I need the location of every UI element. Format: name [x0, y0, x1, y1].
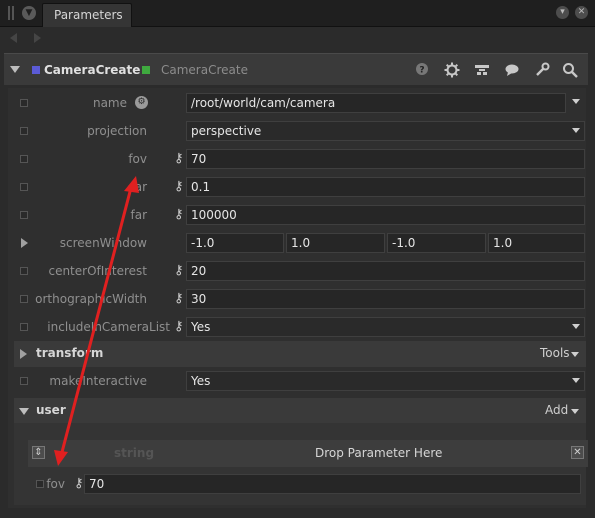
drop-zone-text: Drop Parameter Here	[315, 446, 443, 460]
help-icon[interactable]: ?	[414, 62, 430, 78]
param-row-name: name ⚙ /root/world/cam/camera	[0, 89, 590, 117]
param-checkbox[interactable]	[20, 127, 28, 135]
back-arrow-icon[interactable]	[10, 33, 17, 43]
tab-menu-icon[interactable]: ▼	[22, 6, 36, 20]
param-row-user-fov: fov ⚷ 70	[0, 470, 590, 498]
fov-field[interactable]: 70	[186, 149, 585, 169]
chevron-down-icon	[572, 128, 580, 133]
panel-tab-bar: ▼ Parameters ▾ ✕	[0, 0, 595, 28]
forward-arrow-icon[interactable]	[34, 33, 41, 43]
makeinteractive-value: Yes	[191, 374, 211, 388]
chevron-down-icon	[572, 378, 580, 383]
svg-text:?: ?	[419, 66, 424, 76]
gear-icon[interactable]	[444, 62, 460, 78]
param-checkbox[interactable]	[20, 323, 28, 331]
screenwindow-right-field[interactable]: 1.0	[286, 233, 385, 253]
param-label: fov	[128, 152, 147, 166]
history-toolbar	[0, 27, 595, 49]
chevron-down-icon	[571, 352, 579, 357]
screenwindow-bottom-field[interactable]: -1.0	[387, 233, 486, 253]
add-parameter-button[interactable]: Add	[545, 403, 568, 417]
name-field[interactable]: /root/world/cam/camera	[186, 93, 566, 113]
param-checkbox[interactable]	[20, 99, 28, 107]
key-icon[interactable]: ⚷	[174, 150, 184, 168]
magnifier-icon[interactable]	[562, 62, 578, 78]
group-title: user	[36, 403, 66, 417]
param-label: ear	[127, 180, 147, 194]
param-label: screenWindow	[59, 236, 147, 250]
node-header: CameraCreate CameraCreate ?	[4, 53, 588, 85]
key-icon[interactable]: ⚷	[74, 475, 84, 493]
tools-menu-button[interactable]: Tools	[540, 346, 570, 360]
settings-gear-icon[interactable]: ⚙	[135, 96, 148, 109]
param-checkbox[interactable]	[20, 295, 28, 303]
param-label: fov	[46, 477, 65, 491]
chevron-down-icon	[572, 324, 580, 329]
param-label: projection	[87, 124, 147, 138]
param-label: name	[92, 96, 127, 110]
close-panel-icon[interactable]: ✕	[575, 6, 588, 19]
param-label: centerOfInterest	[48, 264, 147, 278]
projection-select[interactable]: perspective	[186, 121, 585, 141]
layout-icon[interactable]	[474, 62, 490, 78]
param-label: orthographicWidth	[35, 292, 147, 306]
wrench-icon[interactable]	[534, 62, 550, 78]
drag-grip-icon[interactable]	[8, 6, 14, 20]
node-name[interactable]: CameraCreate	[44, 63, 140, 77]
key-icon[interactable]: ⚷	[174, 290, 184, 308]
param-row-near: ear ⚷ 0.1	[0, 173, 590, 201]
minimize-icon[interactable]: ▾	[556, 6, 569, 19]
param-checkbox[interactable]	[20, 183, 28, 191]
chevron-down-icon[interactable]	[572, 99, 580, 104]
param-checkbox[interactable]	[20, 377, 28, 385]
param-checkbox[interactable]	[36, 480, 44, 488]
drop-parameter-zone[interactable]: ⇕ string Drop Parameter Here ✕	[28, 440, 588, 467]
orthographicwidth-field[interactable]: 30	[186, 289, 585, 309]
param-row-projection: projection perspective	[0, 117, 590, 145]
screenwindow-top-field[interactable]: 1.0	[488, 233, 585, 253]
node-color-swatch	[32, 66, 40, 74]
user-fov-field[interactable]: 70	[84, 474, 581, 494]
speech-bubble-icon[interactable]	[504, 62, 520, 78]
node-type: CameraCreate	[161, 63, 248, 77]
node-status-swatch	[142, 66, 150, 74]
includeincameralist-value: Yes	[191, 320, 211, 334]
param-row-orthographicwidth: orthographicWidth ⚷ 30	[0, 285, 590, 313]
param-checkbox[interactable]	[20, 211, 28, 219]
expand-arrow-icon[interactable]	[21, 238, 28, 248]
key-icon[interactable]: ⚷	[174, 262, 184, 280]
tab-parameters[interactable]: Parameters	[42, 3, 132, 28]
param-checkbox[interactable]	[20, 155, 28, 163]
remove-icon[interactable]: ✕	[571, 446, 584, 459]
param-label: makeInteractive	[49, 374, 147, 388]
near-field[interactable]: 0.1	[186, 177, 585, 197]
param-row-screenwindow: screenWindow -1.0 1.0 -1.0 1.0	[0, 229, 590, 257]
key-icon[interactable]: ⚷	[174, 206, 184, 224]
param-checkbox[interactable]	[20, 267, 28, 275]
projection-value: perspective	[191, 124, 262, 138]
param-row-makeinteractive: makeInteractive Yes	[0, 367, 590, 395]
expand-arrow-icon[interactable]	[20, 349, 27, 359]
param-label: includeInCameraList	[47, 320, 170, 334]
group-header-transform[interactable]: transform Tools	[14, 341, 586, 367]
param-row-fov: fov ⚷ 70	[0, 145, 590, 173]
key-icon[interactable]: ⚷	[174, 178, 184, 196]
collapse-arrow-icon[interactable]	[19, 408, 29, 415]
chevron-down-icon	[571, 409, 579, 414]
param-row-far: far ⚷ 100000	[0, 201, 590, 229]
centerofinterest-field[interactable]: 20	[186, 261, 585, 281]
group-title: transform	[36, 346, 104, 360]
param-row-includeincameralist: includeInCameraList ⚷ Yes	[0, 313, 590, 341]
screenwindow-left-field[interactable]: -1.0	[186, 233, 284, 253]
collapse-node-icon[interactable]	[10, 66, 20, 73]
param-label: far	[130, 208, 147, 222]
drag-handle-icon[interactable]: ⇕	[32, 446, 45, 459]
key-icon[interactable]: ⚷	[174, 318, 184, 336]
makeinteractive-select[interactable]: Yes	[186, 371, 585, 391]
group-header-user[interactable]: user Add	[14, 398, 586, 424]
parameter-type-label: string	[114, 446, 155, 460]
far-field[interactable]: 100000	[186, 205, 585, 225]
includeincameralist-select[interactable]: Yes	[186, 317, 585, 337]
param-row-centerofinterest: centerOfInterest ⚷ 20	[0, 257, 590, 285]
